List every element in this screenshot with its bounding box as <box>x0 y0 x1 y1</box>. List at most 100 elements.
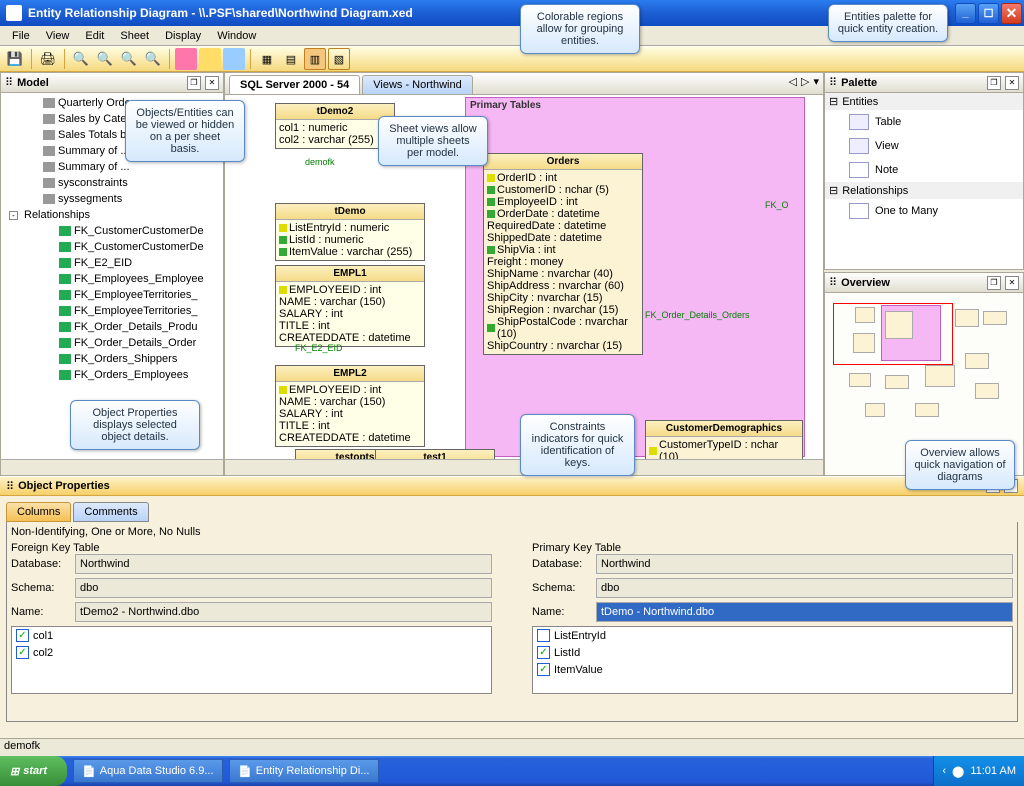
tree-item[interactable]: FK_EmployeeTerritories_ <box>74 305 198 317</box>
checkbox-icon[interactable]: ✓ <box>537 663 550 676</box>
diagram-canvas[interactable]: Primary Tables tDemo2 col1 : numeric col… <box>225 95 823 459</box>
layout1-icon[interactable]: ▦ <box>256 48 278 70</box>
layout2-icon[interactable]: ▤ <box>280 48 302 70</box>
pk-columns-list[interactable]: ✓ListEntryId ✓ListId ✓ItemValue <box>532 626 1013 694</box>
entity-customerdemographics[interactable]: CustomerDemographics CustomerTypeID : nc… <box>645 420 803 459</box>
entity-empl1[interactable]: EMPL1 EMPLOYEEID : int NAME : varchar (1… <box>275 265 425 347</box>
pk-schema-combo[interactable]: dbo <box>596 578 1013 598</box>
fk-name-combo[interactable]: tDemo2 - Northwind.dbo <box>75 602 492 622</box>
relationship-summary: Non-Identifying, One or More, No Nulls <box>11 526 1013 538</box>
start-button[interactable]: ⊞ start <box>0 756 67 786</box>
tree-item[interactable]: Summary of ... <box>58 161 130 173</box>
tree-item[interactable]: FK_EmployeeTerritories_ <box>74 289 198 301</box>
entity-test1[interactable]: test1 <box>375 449 495 459</box>
callout-sheets: Sheet views allow multiple sheets per mo… <box>378 116 488 166</box>
tab-sqlserver[interactable]: SQL Server 2000 - 54 <box>229 75 360 94</box>
tree-hscrollbar[interactable] <box>1 459 223 475</box>
tree-item[interactable]: sysconstraints <box>58 177 128 189</box>
zoom-fit-icon[interactable]: 🔍 <box>118 48 140 70</box>
restore-icon[interactable]: ❐ <box>987 276 1001 290</box>
taskbar-app-erd[interactable]: 📄Entity Relationship Di... <box>229 759 379 783</box>
menu-edit[interactable]: Edit <box>77 28 112 44</box>
palette-item-view[interactable]: View <box>825 134 1023 158</box>
panel-grip-icon[interactable]: ⠿ <box>5 76 13 89</box>
tab-next-icon[interactable]: ▷ <box>801 75 809 88</box>
tree-item[interactable]: FK_Orders_Employees <box>74 369 188 381</box>
tray-expand-icon[interactable]: ‹ <box>942 765 946 777</box>
panel-grip-icon[interactable]: ⠿ <box>829 276 837 289</box>
tree-item[interactable]: Summary of ... <box>58 145 130 157</box>
close-panel-icon[interactable]: ✕ <box>205 76 219 90</box>
tab-prev-icon[interactable]: ◁ <box>789 75 797 88</box>
palette-item-one-to-many[interactable]: One to Many <box>825 199 1023 223</box>
menu-view[interactable]: View <box>38 28 78 44</box>
tree-item[interactable]: FK_Orders_Shippers <box>74 353 177 365</box>
fk-icon <box>487 198 495 206</box>
layout4-icon[interactable]: ▧ <box>328 48 350 70</box>
entity-tdemo[interactable]: tDemo ListEntryId : numeric ListId : num… <box>275 203 425 261</box>
fk-database-combo[interactable]: Northwind <box>75 554 492 574</box>
collapse-icon[interactable]: ⊟ <box>829 95 838 108</box>
print-icon[interactable]: 🖨 <box>37 48 59 70</box>
taskbar-app-aqua[interactable]: 📄Aqua Data Studio 6.9... <box>73 759 223 783</box>
minimize-button[interactable]: _ <box>955 3 976 24</box>
tree-item[interactable]: FK_Order_Details_Produ <box>74 321 198 333</box>
tree-item[interactable]: syssegments <box>58 193 122 205</box>
windows-logo-icon: ⊞ <box>10 765 19 778</box>
maximize-button[interactable]: ☐ <box>978 3 999 24</box>
panel-grip-icon[interactable]: ⠿ <box>829 76 837 89</box>
tray-icon[interactable]: ⬤ <box>952 765 964 778</box>
close-panel-icon[interactable]: ✕ <box>1005 276 1019 290</box>
statusbar: demofk <box>0 738 1024 756</box>
save-icon[interactable]: 💾 <box>4 48 26 70</box>
zoom-out-icon[interactable]: 🔍 <box>94 48 116 70</box>
tree-item[interactable]: FK_Order_Details_Order <box>74 337 196 349</box>
layout3-icon[interactable]: ▥ <box>304 48 326 70</box>
menu-sheet[interactable]: Sheet <box>112 28 157 44</box>
checkbox-icon[interactable]: ✓ <box>16 629 29 642</box>
tree-item[interactable]: FK_CustomerCustomerDe <box>74 241 204 253</box>
menu-file[interactable]: File <box>4 28 38 44</box>
region-blue-icon[interactable] <box>223 48 245 70</box>
palette-item-note[interactable]: Note <box>825 158 1023 182</box>
tree-item[interactable]: FK_Employees_Employee <box>74 273 204 285</box>
checkbox-icon[interactable]: ✓ <box>16 646 29 659</box>
tab-comments[interactable]: Comments <box>73 502 148 522</box>
close-panel-icon[interactable]: ✕ <box>1005 76 1019 90</box>
fk-columns-list[interactable]: ✓col1 ✓col2 <box>11 626 492 694</box>
palette-section-entities[interactable]: Entities <box>842 96 878 108</box>
entity-orders[interactable]: Orders OrderID : int CustomerID : nchar … <box>483 153 643 355</box>
entity-empl2[interactable]: EMPL2 EMPLOYEEID : int NAME : varchar (1… <box>275 365 425 447</box>
checkbox-icon[interactable]: ✓ <box>537 646 550 659</box>
menu-display[interactable]: Display <box>157 28 209 44</box>
system-tray[interactable]: ‹ ⬤ 11:01 AM <box>933 756 1024 786</box>
restore-icon[interactable]: ❐ <box>987 76 1001 90</box>
tree-item[interactable]: FK_CustomerCustomerDe <box>74 225 204 237</box>
tree-item[interactable]: FK_E2_EID <box>74 257 132 269</box>
tab-views[interactable]: Views - Northwind <box>362 75 472 94</box>
pk-name-combo[interactable]: tDemo - Northwind.dbo <box>596 602 1013 622</box>
checkbox-icon[interactable]: ✓ <box>537 629 550 642</box>
fk-icon <box>487 246 495 254</box>
collapse-icon[interactable]: - <box>9 211 18 220</box>
palette-section-relationships[interactable]: Relationships <box>842 185 908 197</box>
region-pink-icon[interactable] <box>175 48 197 70</box>
region-yellow-icon[interactable] <box>199 48 221 70</box>
entity-tdemo2[interactable]: tDemo2 col1 : numeric col2 : varchar (25… <box>275 103 395 149</box>
palette-item-table[interactable]: Table <box>825 110 1023 134</box>
tab-list-icon[interactable]: ▾ <box>813 75 819 88</box>
callout-constraints: Constraints indicators for quick identif… <box>520 414 635 476</box>
zoom-actual-icon[interactable]: 🔍 <box>142 48 164 70</box>
tab-columns[interactable]: Columns <box>6 502 71 522</box>
callout-palette: Entities palette for quick entity creati… <box>828 4 948 42</box>
close-button[interactable]: ✕ <box>1001 3 1022 24</box>
zoom-in-icon[interactable]: 🔍 <box>70 48 92 70</box>
restore-icon[interactable]: ❐ <box>187 76 201 90</box>
menu-window[interactable]: Window <box>209 28 264 44</box>
panel-grip-icon[interactable]: ⠿ <box>6 480 14 493</box>
fk-schema-combo[interactable]: dbo <box>75 578 492 598</box>
tree-relationships-header[interactable]: Relationships <box>24 209 90 221</box>
collapse-icon[interactable]: ⊟ <box>829 184 838 197</box>
pk-database-combo[interactable]: Northwind <box>596 554 1013 574</box>
properties-panel: Columns Comments Non-Identifying, One or… <box>0 496 1024 738</box>
